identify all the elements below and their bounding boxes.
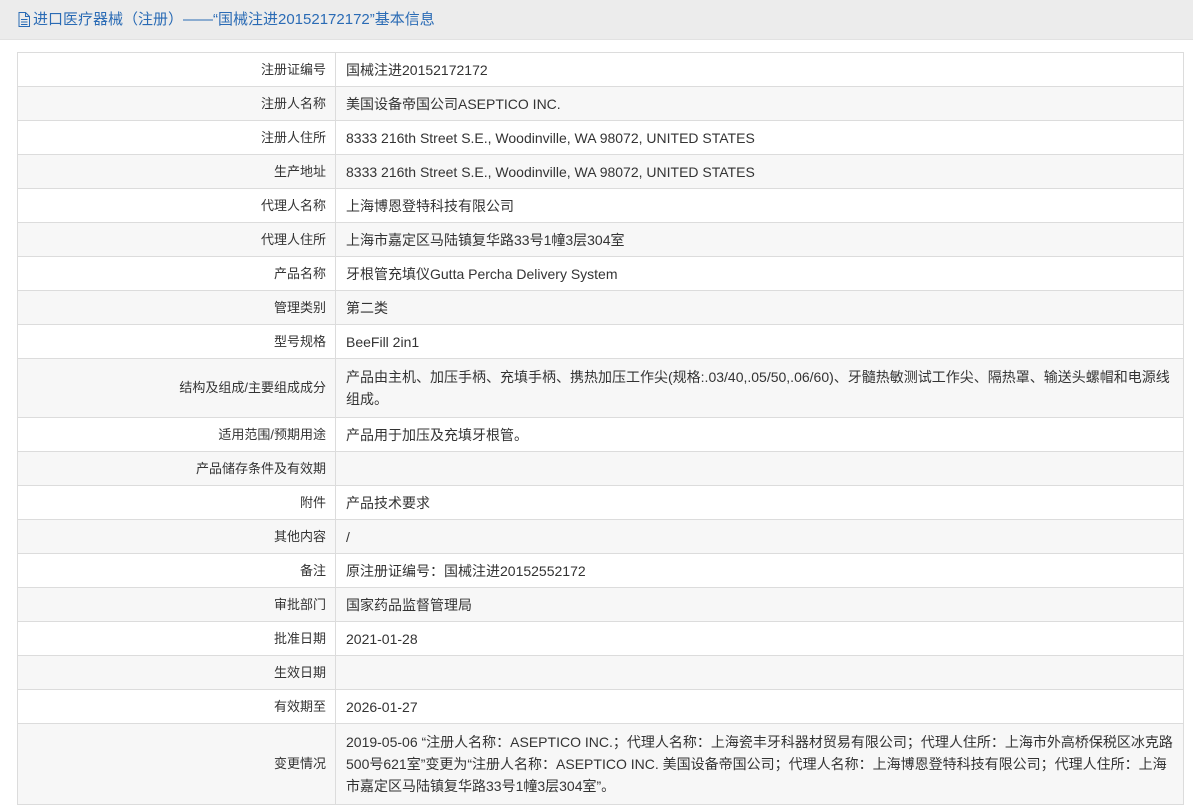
field-value: 2019-05-06 “注册人名称：ASEPTICO INC.；代理人名称：上海… [335,723,1184,805]
field-value: / [335,519,1184,554]
table-row: 附件 产品技术要求 [17,485,1184,520]
field-label: 产品名称 [17,256,336,291]
detail-table: 注册证编号 国械注进20152172172 注册人名称 美国设备帝国公司ASEPTIC… [17,52,1184,805]
field-label: 型号规格 [17,324,336,359]
field-value: 第二类 [335,290,1184,325]
table-row: 产品储存条件及有效期 [17,451,1184,486]
field-value: 上海市嘉定区马陆镇复华路33号1幢3层304室 [335,222,1184,257]
field-label: 管理类别 [17,290,336,325]
field-value: 牙根管充填仪Gutta Percha Delivery System [335,256,1184,291]
field-label: 有效期至 [17,689,336,724]
table-row: 适用范围/预期用途 产品用于加压及充填牙根管。 [17,417,1184,452]
field-label: 适用范围/预期用途 [17,417,336,452]
field-label: 变更情况 [17,723,336,805]
field-label: 审批部门 [17,587,336,622]
field-value: 美国设备帝国公司ASEPTICO INC. [335,86,1184,121]
field-label: 批准日期 [17,621,336,656]
field-value: 国家药品监督管理局 [335,587,1184,622]
field-label: 结构及组成/主要组成成分 [17,358,336,418]
field-value: 原注册证编号：国械注进20152552172 [335,553,1184,588]
field-value: 上海博恩登特科技有限公司 [335,188,1184,223]
page-header: 进口医疗器械（注册）——“国械注进20152172172”基本信息 [0,0,1193,40]
field-label: 生产地址 [17,154,336,189]
page-title: 进口医疗器械（注册）——“国械注进20152172172”基本信息 [33,11,435,28]
table-row: 型号规格 BeeFill 2in1 [17,324,1184,359]
field-value: 2021-01-28 [335,621,1184,656]
table-row: 备注 原注册证编号：国械注进20152552172 [17,553,1184,588]
field-value [335,655,1184,690]
field-value: BeeFill 2in1 [335,324,1184,359]
table-row: 注册证编号 国械注进20152172172 [17,52,1184,87]
field-label: 注册人名称 [17,86,336,121]
field-value: 产品由主机、加压手柄、充填手柄、携热加压工作尖(规格:.03/40,.05/50… [335,358,1184,418]
field-value: 产品技术要求 [335,485,1184,520]
table-row: 管理类别 第二类 [17,290,1184,325]
table-row: 变更情况 2019-05-06 “注册人名称：ASEPTICO INC.；代理人名… [17,723,1184,805]
table-row: 其他内容 / [17,519,1184,554]
field-label: 备注 [17,553,336,588]
table-row: 代理人名称 上海博恩登特科技有限公司 [17,188,1184,223]
table-row: 结构及组成/主要组成成分 产品由主机、加压手柄、充填手柄、携热加压工作尖(规格:.… [17,358,1184,418]
table-row: 批准日期 2021-01-28 [17,621,1184,656]
table-row: 代理人住所 上海市嘉定区马陆镇复华路33号1幢3层304室 [17,222,1184,257]
document-icon [18,12,30,27]
field-label: 注册人住所 [17,120,336,155]
field-label: 其他内容 [17,519,336,554]
table-row: 生产地址 8333 216th Street S.E., Woodinville,… [17,154,1184,189]
table-row: 生效日期 [17,655,1184,690]
field-value: 8333 216th Street S.E., Woodinville, WA … [335,120,1184,155]
field-value [335,451,1184,486]
field-label: 附件 [17,485,336,520]
field-label: 产品储存条件及有效期 [17,451,336,486]
field-value: 2026-01-27 [335,689,1184,724]
table-row: 产品名称 牙根管充填仪Gutta Percha Delivery System [17,256,1184,291]
field-label: 注册证编号 [17,52,336,87]
field-value: 国械注进20152172172 [335,52,1184,87]
table-row: 注册人住所 8333 216th Street S.E., Woodinville… [17,120,1184,155]
field-value: 8333 216th Street S.E., Woodinville, WA … [335,154,1184,189]
table-row: 审批部门 国家药品监督管理局 [17,587,1184,622]
table-row: 有效期至 2026-01-27 [17,689,1184,724]
table-row: 注册人名称 美国设备帝国公司ASEPTICO INC. [17,86,1184,121]
field-label: 生效日期 [17,655,336,690]
field-label: 代理人名称 [17,188,336,223]
field-label: 代理人住所 [17,222,336,257]
field-value: 产品用于加压及充填牙根管。 [335,417,1184,452]
